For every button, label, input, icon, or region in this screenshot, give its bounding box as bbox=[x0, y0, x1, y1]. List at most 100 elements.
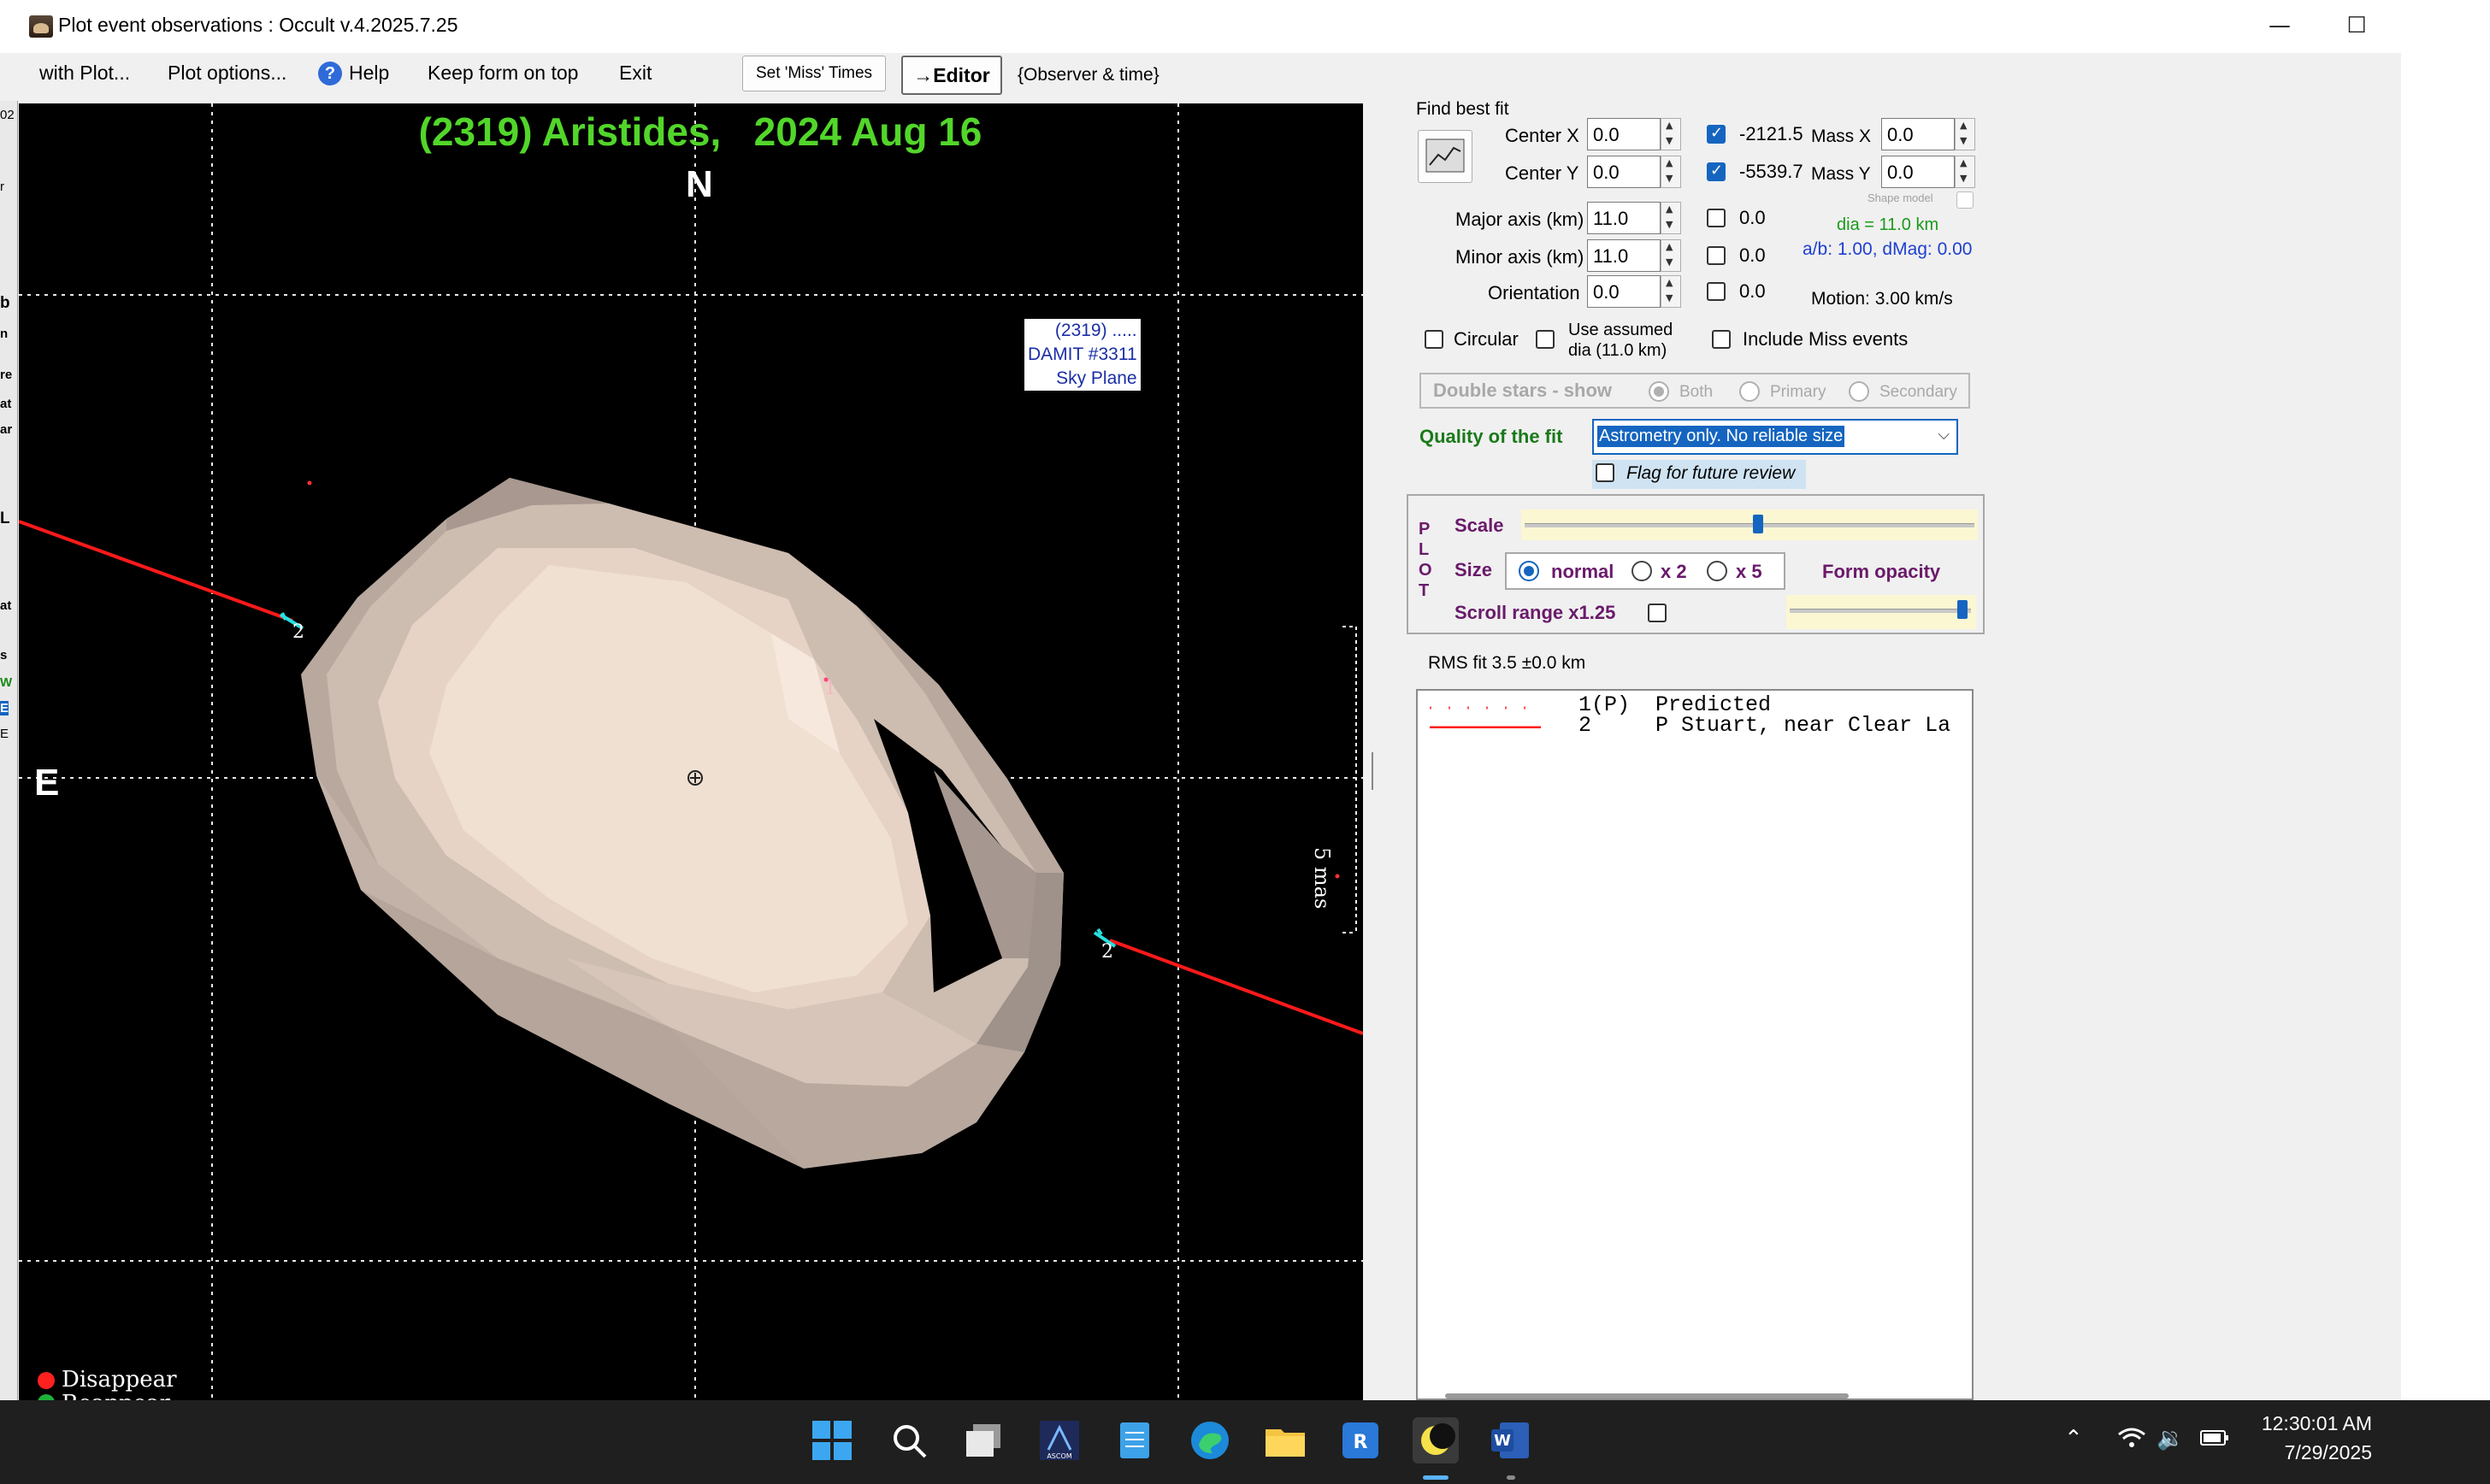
orientation-checkbox[interactable] bbox=[1707, 282, 1726, 301]
center-y-spinner[interactable] bbox=[1661, 156, 1681, 188]
strip-char: at bbox=[0, 397, 12, 411]
major-axis-spinner[interactable] bbox=[1661, 202, 1681, 234]
clock-time[interactable]: 12:30:01 AM bbox=[2262, 1412, 2372, 1435]
scale-slider-thumb[interactable] bbox=[1753, 515, 1764, 533]
double-both-radio[interactable] bbox=[1649, 381, 1669, 402]
plot-title: (2319) Aristides, 2024 Aug 16 bbox=[418, 109, 982, 154]
size-normal-radio[interactable] bbox=[1519, 561, 1539, 581]
center-x-spinner[interactable] bbox=[1661, 118, 1681, 150]
double-primary-radio[interactable] bbox=[1739, 381, 1760, 402]
use-assumed-checkbox[interactable] bbox=[1536, 330, 1555, 349]
file-explorer-icon[interactable] bbox=[1262, 1417, 1308, 1463]
chord-label: 2 bbox=[292, 621, 304, 643]
wifi-icon[interactable] bbox=[2117, 1426, 2146, 1456]
battery-icon[interactable] bbox=[2199, 1426, 2230, 1454]
chord-line-right bbox=[1109, 939, 1363, 1035]
orientation-check-value: 0.0 bbox=[1739, 280, 1766, 302]
svg-text:R: R bbox=[1354, 1432, 1368, 1453]
title-bar: Plot event observations : Occult v.4.202… bbox=[0, 0, 2401, 53]
menu-with-plot[interactable]: with Plot... bbox=[39, 62, 130, 85]
quality-select[interactable]: Astrometry only. No reliable size ⌵ bbox=[1592, 419, 1958, 455]
major-axis-checkbox[interactable] bbox=[1707, 209, 1726, 227]
menu-exit[interactable]: Exit bbox=[619, 62, 652, 85]
scale-slider[interactable] bbox=[1521, 509, 1978, 540]
svg-text:W: W bbox=[1494, 1432, 1511, 1450]
legend-lines bbox=[1430, 706, 1541, 728]
form-opacity-slider-thumb[interactable] bbox=[1957, 600, 1968, 619]
clock-date[interactable]: 7/29/2025 bbox=[2285, 1441, 2372, 1464]
minor-axis-spinner[interactable] bbox=[1661, 239, 1681, 272]
size-x5-label: x 5 bbox=[1736, 561, 1762, 582]
chord-line-left bbox=[19, 520, 293, 622]
size-x2-radio[interactable] bbox=[1631, 561, 1652, 581]
legend-reappear: Reappear bbox=[62, 1391, 170, 1400]
shape-model-checkbox[interactable] bbox=[1956, 191, 1974, 209]
center-x-checkbox[interactable] bbox=[1707, 124, 1726, 144]
mass-x-spinner[interactable] bbox=[1955, 118, 1975, 150]
task-view-icon[interactable] bbox=[961, 1417, 1007, 1463]
major-axis-input[interactable]: 11.0 bbox=[1587, 202, 1661, 234]
form-opacity-slider[interactable] bbox=[1786, 595, 1976, 629]
plot-letter: O bbox=[1419, 561, 1432, 580]
help-icon[interactable]: ? bbox=[318, 62, 342, 85]
mass-y-spinner[interactable] bbox=[1955, 156, 1975, 188]
scale-label: 5 mas bbox=[1310, 847, 1334, 910]
double-stars-group: Double stars - show Both Primary Seconda… bbox=[1419, 373, 1970, 409]
rms-fit-label: RMS fit 3.5 ±0.0 km bbox=[1428, 653, 1586, 673]
flag-review-checkbox[interactable] bbox=[1596, 463, 1614, 482]
ascom-icon[interactable]: ASCOM bbox=[1036, 1417, 1083, 1463]
center-y-input[interactable]: 0.0 bbox=[1587, 156, 1661, 188]
word-icon[interactable]: W bbox=[1488, 1417, 1534, 1463]
panel-splitter[interactable] bbox=[1372, 752, 1380, 790]
menu-plot-options[interactable]: Plot options... bbox=[168, 62, 286, 85]
set-miss-times-button[interactable]: Set 'Miss' Times bbox=[742, 56, 886, 91]
orientation-spinner[interactable] bbox=[1661, 275, 1681, 308]
orientation-input[interactable]: 0.0 bbox=[1587, 275, 1661, 308]
menu-keep-on-top[interactable]: Keep form on top bbox=[428, 62, 578, 85]
mass-x-label: Mass X bbox=[1811, 127, 1872, 146]
strip-char: n bbox=[0, 327, 9, 341]
chevron-up-icon[interactable]: ⌃ bbox=[2064, 1426, 2083, 1452]
occult-icon[interactable] bbox=[1413, 1417, 1459, 1463]
results-list[interactable]: 1(P) Predicted 2 P Stuart, near Clear La bbox=[1416, 689, 1974, 1400]
desktop-background bbox=[2401, 0, 2490, 1400]
notepad-icon[interactable] bbox=[1112, 1417, 1158, 1463]
minor-axis-checkbox[interactable] bbox=[1707, 246, 1726, 265]
info-line: (2319) ..... bbox=[1024, 319, 1141, 343]
plot-letter: T bbox=[1419, 581, 1430, 600]
info-line: DAMIT #3311 bbox=[1024, 343, 1141, 367]
windows-start-icon[interactable] bbox=[809, 1417, 855, 1463]
plot-letter: L bbox=[1419, 540, 1430, 559]
center-y-checkbox[interactable] bbox=[1707, 162, 1726, 181]
minimize-button[interactable]: — bbox=[2254, 7, 2305, 44]
strip-char: ar bbox=[0, 422, 13, 437]
plot-canvas[interactable]: (2319) Aristides, 2024 Aug 16 N E (2319)… bbox=[19, 103, 1363, 1400]
mass-y-input[interactable]: 0.0 bbox=[1881, 156, 1955, 188]
volume-icon[interactable]: 🔉 bbox=[2157, 1426, 2184, 1452]
circular-checkbox[interactable] bbox=[1425, 330, 1443, 349]
observer-time-label[interactable]: {Observer & time} bbox=[1018, 65, 1159, 85]
shape-model-label: Shape model bbox=[1868, 191, 1933, 204]
best-fit-button[interactable] bbox=[1418, 130, 1472, 183]
include-miss-checkbox[interactable] bbox=[1712, 330, 1731, 349]
center-x-check-value: -2121.5 bbox=[1739, 123, 1803, 144]
center-x-input[interactable]: 0.0 bbox=[1587, 118, 1661, 150]
horizontal-scrollbar[interactable] bbox=[1445, 1393, 1849, 1399]
mass-x-input[interactable]: 0.0 bbox=[1881, 118, 1955, 150]
editor-button[interactable]: →Editor bbox=[901, 56, 1002, 95]
result-row: 2 P Stuart, near Clear La bbox=[1578, 713, 1951, 738]
edge-icon[interactable] bbox=[1187, 1417, 1233, 1463]
scroll-range-checkbox[interactable] bbox=[1648, 604, 1667, 622]
maximize-button[interactable]: ☐ bbox=[2331, 7, 2382, 44]
include-miss-label: Include Miss events bbox=[1743, 328, 1909, 350]
double-secondary-label: Secondary bbox=[1879, 383, 1957, 401]
center-crosshair-icon bbox=[687, 770, 703, 786]
minor-axis-input[interactable]: 11.0 bbox=[1587, 239, 1661, 272]
background-window-strip: a e Y 02 r b n re at ar L at s W E E bbox=[0, 101, 18, 1400]
search-icon[interactable] bbox=[886, 1417, 932, 1463]
size-x5-radio[interactable] bbox=[1707, 561, 1727, 581]
double-secondary-radio[interactable] bbox=[1849, 381, 1869, 402]
flag-review-label: Flag for future review bbox=[1626, 463, 1796, 483]
menu-help[interactable]: Help bbox=[349, 62, 389, 85]
remote-icon[interactable]: R bbox=[1337, 1417, 1384, 1463]
